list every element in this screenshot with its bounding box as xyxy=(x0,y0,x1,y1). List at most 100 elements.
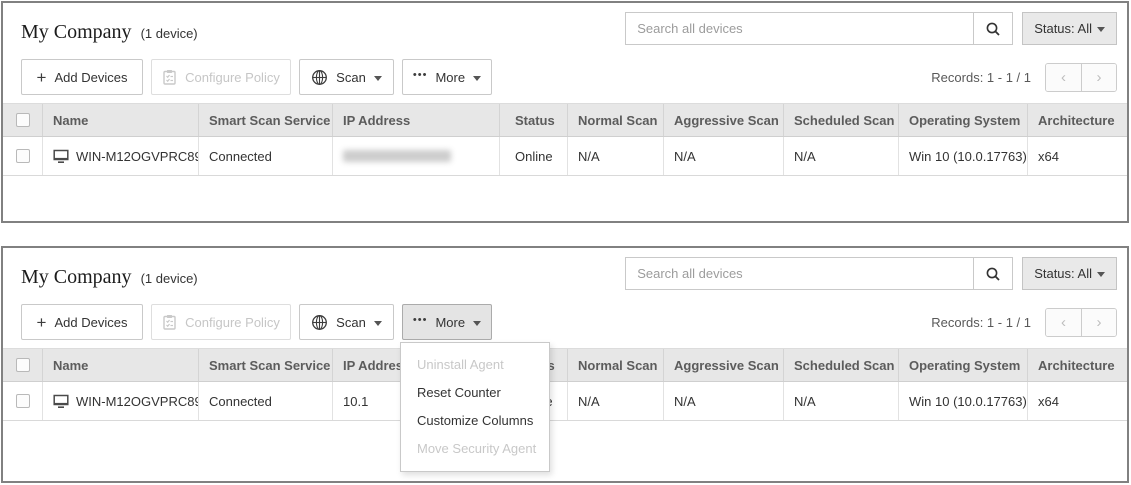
records-area: Records: 1 - 1 / 1 ‹ › xyxy=(931,308,1117,337)
scan-button[interactable]: Scan xyxy=(299,59,394,95)
architecture-cell: x64 xyxy=(1028,382,1129,420)
add-devices-button[interactable]: + Add Devices xyxy=(21,304,143,340)
records-area: Records: 1 - 1 / 1 ‹ › xyxy=(931,63,1117,92)
device-name: WIN-M12OGVPRC89 xyxy=(76,394,199,409)
pagination: ‹ › xyxy=(1045,63,1117,92)
configure-policy-label: Configure Policy xyxy=(185,315,280,330)
scan-button[interactable]: Scan xyxy=(299,304,394,340)
column-header-normal-scan: Normal Scan xyxy=(568,104,664,136)
table-row[interactable]: WIN-M12OGVPRC89 Connected 10.1 Online N/… xyxy=(3,382,1129,421)
records-count: Records: 1 - 1 / 1 xyxy=(931,315,1031,330)
row-select-cell xyxy=(3,382,43,420)
records-count: Records: 1 - 1 / 1 xyxy=(931,70,1031,85)
chevron-down-icon xyxy=(1097,272,1105,277)
plus-icon: + xyxy=(37,314,47,331)
column-header-name: Name xyxy=(43,349,199,381)
status-filter-label: Status: All xyxy=(1034,21,1092,36)
aggressive-scan-cell: N/A xyxy=(664,382,784,420)
policy-clipboard-icon xyxy=(162,69,177,85)
scheduled-scan-cell: N/A xyxy=(784,137,899,175)
column-header-status: Status xyxy=(500,104,568,136)
normal-scan-cell: N/A xyxy=(568,137,664,175)
search-input[interactable] xyxy=(625,12,973,45)
configure-policy-label: Configure Policy xyxy=(185,70,280,85)
status-filter-dropdown[interactable]: Status: All xyxy=(1022,12,1117,45)
column-header-architecture: Architecture xyxy=(1028,349,1129,381)
status-filter-dropdown[interactable]: Status: All xyxy=(1022,257,1117,290)
device-panel-top: My Company (1 device) Status: All + Add … xyxy=(1,1,1129,223)
search-area: Status: All xyxy=(625,257,1117,290)
smart-scan-service-cell: Connected xyxy=(199,382,333,420)
add-devices-label: Add Devices xyxy=(54,70,127,85)
column-header-normal-scan: Normal Scan xyxy=(568,349,664,381)
search-input[interactable] xyxy=(625,257,973,290)
scan-label: Scan xyxy=(336,315,366,330)
monitor-icon xyxy=(53,149,69,164)
more-menu: Uninstall Agent Reset Counter Customize … xyxy=(400,342,550,472)
device-name: WIN-M12OGVPRC89 xyxy=(76,149,199,164)
status-filter-label: Status: All xyxy=(1034,266,1092,281)
chevron-down-icon xyxy=(374,76,382,81)
next-page-button[interactable]: › xyxy=(1081,64,1116,91)
column-header-smart-scan-service: Smart Scan Service xyxy=(199,349,333,381)
operating-system-cell: Win 10 (10.0.17763) xyxy=(899,137,1028,175)
column-header-scheduled-scan: Scheduled Scan xyxy=(784,349,899,381)
device-count: (1 device) xyxy=(141,271,198,286)
more-button[interactable]: ••• More xyxy=(402,59,492,95)
row-checkbox[interactable] xyxy=(16,394,30,408)
status-cell: Online xyxy=(500,137,568,175)
chevron-down-icon xyxy=(1097,27,1105,32)
ellipsis-icon: ••• xyxy=(413,70,428,81)
ip-address-cell xyxy=(333,137,500,175)
device-name-cell: WIN-M12OGVPRC89 xyxy=(43,382,199,420)
select-all-cell xyxy=(3,349,43,381)
column-header-ip-address: IP Address xyxy=(333,104,500,136)
table-row[interactable]: WIN-M12OGVPRC89 Connected Online N/A N/A… xyxy=(3,137,1129,176)
menu-item-reset-counter[interactable]: Reset Counter xyxy=(401,379,549,407)
more-label: More xyxy=(435,315,465,330)
menu-item-customize-columns[interactable]: Customize Columns xyxy=(401,407,549,435)
monitor-icon xyxy=(53,394,69,409)
add-devices-button[interactable]: + Add Devices xyxy=(21,59,143,95)
ellipsis-icon: ••• xyxy=(413,315,428,326)
table-header-row: Name Smart Scan Service IP Address Statu… xyxy=(3,348,1129,382)
operating-system-cell: Win 10 (10.0.17763) xyxy=(899,382,1028,420)
menu-item-uninstall-agent: Uninstall Agent xyxy=(401,351,549,379)
more-button-active[interactable]: ••• More xyxy=(402,304,492,340)
chevron-down-icon xyxy=(374,321,382,326)
prev-page-button[interactable]: ‹ xyxy=(1046,309,1081,336)
panel-header: My Company (1 device) Status: All xyxy=(3,3,1127,55)
search-icon xyxy=(985,266,1001,282)
table-header-row: Name Smart Scan Service IP Address Statu… xyxy=(3,103,1129,137)
row-checkbox[interactable] xyxy=(16,149,30,163)
plus-icon: + xyxy=(37,69,47,86)
panel-header: My Company (1 device) Status: All xyxy=(3,248,1127,300)
column-header-architecture: Architecture xyxy=(1028,104,1129,136)
smart-scan-service-cell: Connected xyxy=(199,137,333,175)
page-title: My Company xyxy=(21,21,132,44)
menu-item-move-security-agent: Move Security Agent xyxy=(401,435,549,463)
select-all-checkbox[interactable] xyxy=(16,113,30,127)
column-header-operating-system: Operating System xyxy=(899,104,1028,136)
select-all-checkbox[interactable] xyxy=(16,358,30,372)
device-name-cell: WIN-M12OGVPRC89 xyxy=(43,137,199,175)
prev-page-button[interactable]: ‹ xyxy=(1046,64,1081,91)
title-group: My Company (1 device) xyxy=(21,12,198,44)
scheduled-scan-cell: N/A xyxy=(784,382,899,420)
column-header-name: Name xyxy=(43,104,199,136)
search-button[interactable] xyxy=(973,12,1013,45)
select-all-cell xyxy=(3,104,43,136)
title-group: My Company (1 device) xyxy=(21,257,198,289)
configure-policy-button: Configure Policy xyxy=(151,59,291,95)
chevron-down-icon xyxy=(473,76,481,81)
more-label: More xyxy=(435,70,465,85)
scan-globe-icon xyxy=(311,69,328,86)
search-button[interactable] xyxy=(973,257,1013,290)
configure-policy-button: Configure Policy xyxy=(151,304,291,340)
redacted-ip-blur xyxy=(343,150,451,162)
next-page-button[interactable]: › xyxy=(1081,309,1116,336)
column-header-smart-scan-service: Smart Scan Service xyxy=(199,104,333,136)
search-area: Status: All xyxy=(625,12,1117,45)
device-panel-bottom: My Company (1 device) Status: All + Add … xyxy=(1,246,1129,483)
pagination: ‹ › xyxy=(1045,308,1117,337)
